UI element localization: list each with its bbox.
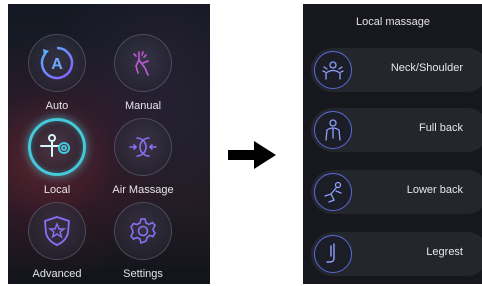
auto-button[interactable]: A — [28, 34, 86, 92]
lower-back-label: Lower back — [406, 184, 463, 196]
right-arrow-icon — [228, 141, 276, 169]
tile-auto[interactable]: A Auto — [12, 34, 102, 112]
neck-shoulder-icon — [322, 61, 344, 80]
option-legrest[interactable]: Legrest — [311, 232, 482, 276]
local-button[interactable] — [28, 118, 86, 176]
auto-icon: A — [40, 46, 74, 80]
main-menu-screen: A Auto Manual Local Air Massage Advanced… — [8, 4, 210, 284]
lower-back-icon — [324, 181, 342, 203]
screen-title: Local massage — [356, 16, 430, 28]
manual-button[interactable] — [114, 34, 172, 92]
svg-text:A: A — [51, 56, 63, 73]
settings-button[interactable] — [114, 202, 172, 260]
tile-advanced[interactable]: Advanced — [12, 202, 102, 280]
tile-manual[interactable]: Manual — [98, 34, 188, 112]
tile-settings[interactable]: Settings — [98, 202, 188, 280]
option-lower-back[interactable]: Lower back — [311, 170, 482, 214]
legrest-icon-circle — [314, 235, 352, 273]
gear-icon — [130, 218, 156, 245]
tile-local-label: Local — [43, 184, 71, 196]
tile-air-massage-label: Air Massage — [112, 184, 174, 196]
tile-air-massage[interactable]: Air Massage — [98, 118, 188, 196]
option-neck-shoulder[interactable]: Neck/Shoulder — [311, 48, 482, 92]
star-shield-icon — [44, 216, 70, 246]
full-back-icon — [325, 119, 341, 141]
option-full-back[interactable]: Full back — [311, 108, 482, 152]
tile-local[interactable]: Local — [12, 118, 102, 196]
legrest-label: Legrest — [426, 246, 463, 258]
air-massage-button[interactable] — [114, 118, 172, 176]
air-massage-icon — [129, 137, 157, 157]
full-back-icon-circle — [314, 111, 352, 149]
neck-shoulder-label: Neck/Shoulder — [390, 62, 463, 74]
tile-manual-label: Manual — [124, 100, 162, 112]
lower-back-icon-circle — [314, 173, 352, 211]
advanced-button[interactable] — [28, 202, 86, 260]
tile-advanced-label: Advanced — [32, 268, 82, 280]
local-massage-screen: Local massage Neck/Shoulder Full back Lo… — [303, 4, 482, 284]
hand-icon — [133, 51, 149, 76]
full-back-label: Full back — [418, 122, 463, 134]
legrest-icon — [326, 243, 335, 263]
tile-settings-label: Settings — [123, 268, 163, 280]
neck-shoulder-icon-circle — [314, 51, 352, 89]
local-massage-icon — [40, 134, 70, 157]
tile-auto-label: Auto — [45, 100, 69, 112]
